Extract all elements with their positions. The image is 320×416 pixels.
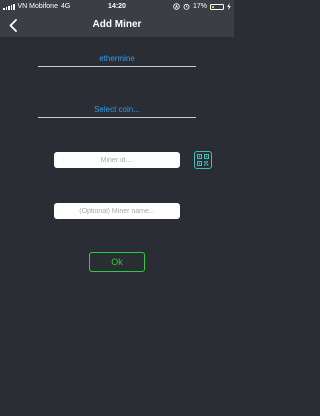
coin-select[interactable]: Select coin... (38, 104, 196, 118)
pool-select[interactable]: ethermine (38, 53, 196, 67)
alarm-icon (183, 3, 190, 10)
charging-icon (227, 3, 231, 10)
status-bar: VN Mobifone 4G 14:20 17% (0, 0, 234, 13)
qr-scan-button[interactable] (194, 151, 212, 169)
battery-percent: 17% (192, 3, 207, 10)
battery-icon (210, 3, 224, 10)
ok-button[interactable]: Ok (89, 252, 145, 272)
page-title: Add Miner (92, 19, 142, 30)
status-right: 17% (173, 0, 231, 13)
location-icon (173, 3, 180, 10)
nav-bar: Add Miner (0, 13, 234, 37)
qr-code-icon (197, 154, 209, 166)
miner-id-input[interactable] (54, 152, 180, 168)
battery-level (212, 5, 214, 8)
miner-name-input[interactable] (54, 203, 180, 219)
